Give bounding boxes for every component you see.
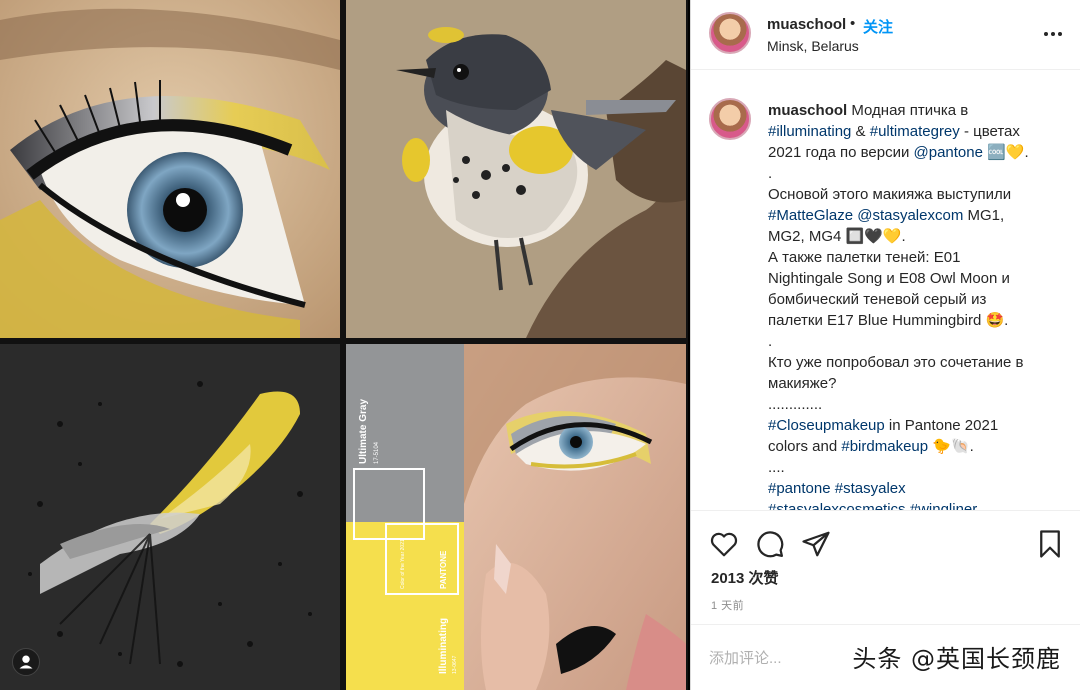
post-image-collage[interactable]: Ultimate Gray 17-5104 Color of the Year … bbox=[0, 0, 688, 690]
mention-link[interactable]: @pantone bbox=[914, 144, 983, 161]
comment-icon[interactable] bbox=[755, 529, 785, 559]
action-bar bbox=[691, 510, 1080, 570]
hashtag-link[interactable]: #wingliner bbox=[910, 501, 978, 510]
user-tag-icon[interactable] bbox=[12, 648, 40, 676]
comment-bar: 头条 @英国长颈鹿 bbox=[691, 624, 1080, 690]
caption-line: #pantone #stasyalex bbox=[768, 478, 1068, 499]
pantone-brand: PANTONE bbox=[439, 550, 448, 589]
caption-line: #stasyalexcosmetics #wingliner bbox=[768, 499, 1068, 510]
caption-text-segment: 🆒💛. bbox=[982, 144, 1029, 161]
caption-line: . bbox=[768, 163, 1068, 184]
avatar[interactable] bbox=[709, 12, 751, 54]
pantone-top-name: Ultimate Gray bbox=[358, 399, 369, 464]
warbler-bird-photo bbox=[346, 0, 686, 338]
caption-line: #Closeupmakeup in Pantone 2021 bbox=[768, 415, 1068, 436]
more-icon[interactable] bbox=[1041, 24, 1065, 44]
caption-line: макияже? bbox=[768, 373, 1068, 394]
caption-avatar[interactable] bbox=[709, 98, 751, 140]
bookmark-icon[interactable] bbox=[1035, 529, 1065, 559]
caption-text-segment: & bbox=[851, 123, 870, 140]
caption-text-segment: 2021 года по версии bbox=[768, 144, 914, 161]
caption-text-segment: бомбический теневой серый из bbox=[768, 291, 987, 308]
pantone-bottom-name: Illuminating bbox=[438, 618, 449, 674]
caption-text-segment: Основой этого макияжа выступили bbox=[768, 186, 1012, 203]
caption-line: Nightingale Song и E08 Owl Moon и bbox=[768, 268, 1068, 289]
caption-line: бомбический теневой серый из bbox=[768, 289, 1068, 310]
hashtag-link[interactable]: #pantone bbox=[768, 480, 831, 497]
caption-line: ............. bbox=[768, 394, 1068, 415]
hashtag-link[interactable]: #MatteGlaze bbox=[768, 207, 853, 224]
caption-text-segment: . bbox=[768, 333, 773, 350]
caption-text-segment: Модная птичка в bbox=[847, 102, 969, 119]
caption-text-segment: ............. bbox=[768, 396, 823, 413]
share-icon[interactable] bbox=[801, 529, 831, 559]
caption-line: Кто уже попробовал это сочетание в bbox=[768, 352, 1068, 373]
pantone-bottom-code: 13-0647 bbox=[452, 655, 458, 674]
caption-text: muaschool Модная птичка в #illuminating … bbox=[768, 100, 1068, 510]
separator-dot: • bbox=[850, 15, 856, 32]
caption-line: .... bbox=[768, 457, 1068, 478]
caption-text-segment: .... bbox=[768, 459, 785, 476]
post-header: muaschool • 关注 Minsk, Belarus bbox=[691, 0, 1080, 70]
pantone-face-photo: Ultimate Gray 17-5104 Color of the Year … bbox=[346, 344, 686, 690]
caption-line: 2021 года по версии @pantone 🆒💛. bbox=[768, 142, 1068, 163]
caption-line: #MatteGlaze @stasyalexcom MG1, bbox=[768, 205, 1068, 226]
post-timestamp[interactable]: 1 天前 bbox=[711, 597, 744, 613]
mention-link[interactable]: @stasyalexcom bbox=[857, 207, 963, 224]
caption-text-segment: MG2, MG4 🔲🖤💛. bbox=[768, 228, 906, 245]
caption-section: muaschool Модная птичка в #illuminating … bbox=[691, 90, 1080, 510]
caption-text-segment: 🐤🐚. bbox=[928, 438, 974, 455]
abstract-bird-art bbox=[0, 344, 340, 690]
caption-line: colors and #birdmakeup 🐤🐚. bbox=[768, 436, 1068, 457]
watermark-text: 头条 @英国长颈鹿 bbox=[852, 645, 1061, 673]
caption-line: А также палетки теней: E01 bbox=[768, 247, 1068, 268]
caption-line: палетки E17 Blue Hummingbird 🤩. bbox=[768, 310, 1068, 331]
location-link[interactable]: Minsk, Belarus bbox=[767, 38, 859, 54]
follow-button[interactable]: 关注 bbox=[863, 16, 893, 37]
hashtag-link[interactable]: #ultimategrey bbox=[870, 123, 960, 140]
caption-username[interactable]: muaschool bbox=[768, 102, 847, 119]
caption-text-segment: colors and bbox=[768, 438, 842, 455]
caption-text-segment: А также палетки теней: E01 bbox=[768, 249, 961, 266]
pantone-top-code: 17-5104 bbox=[374, 441, 380, 464]
likes-count[interactable]: 2013 次赞 bbox=[711, 567, 779, 588]
hashtag-link[interactable]: #stasyalex bbox=[835, 480, 906, 497]
caption-line: muaschool Модная птичка в bbox=[768, 100, 1068, 121]
hashtag-link[interactable]: #Closeupmakeup bbox=[768, 417, 885, 434]
heart-icon[interactable] bbox=[709, 529, 739, 559]
caption-line: #illuminating & #ultimategrey - цветах bbox=[768, 121, 1068, 142]
post-details-panel: muaschool • 关注 Minsk, Belarus muaschool … bbox=[690, 0, 1080, 690]
caption-text-segment: MG1, bbox=[963, 207, 1005, 224]
username-link[interactable]: muaschool bbox=[767, 16, 846, 33]
caption-text-segment: in Pantone 2021 bbox=[884, 417, 999, 434]
caption-text-segment: Кто уже попробовал это сочетание в bbox=[768, 354, 1024, 371]
caption-text-segment: Nightingale Song и E08 Owl Moon и bbox=[768, 270, 1010, 287]
hashtag-link[interactable]: #birdmakeup bbox=[841, 438, 928, 455]
caption-line: . bbox=[768, 331, 1068, 352]
eye-makeup-photo bbox=[0, 0, 340, 338]
caption-text-segment: палетки E17 Blue Hummingbird 🤩. bbox=[768, 312, 1009, 329]
pantone-mid-text: Color of the Year 2021 bbox=[400, 539, 406, 589]
caption-text-segment: - цветах bbox=[959, 123, 1020, 140]
caption-text-segment: макияже? bbox=[768, 375, 837, 392]
caption-line: Основой этого макияжа выступили bbox=[768, 184, 1068, 205]
caption-line: MG2, MG4 🔲🖤💛. bbox=[768, 226, 1068, 247]
hashtag-link[interactable]: #illuminating bbox=[768, 123, 851, 140]
caption-text-segment: . bbox=[768, 165, 773, 182]
hashtag-link[interactable]: #stasyalexcosmetics bbox=[768, 501, 906, 510]
